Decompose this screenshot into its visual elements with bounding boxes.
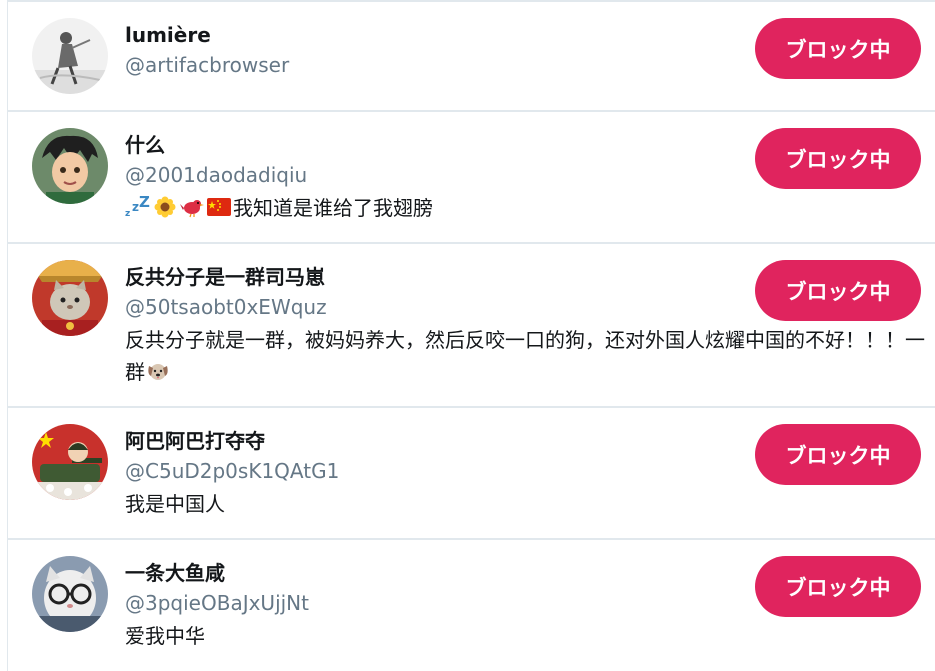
dog-face-icon (145, 360, 171, 382)
user-row[interactable]: 一条大鱼咸 @3pqieOBaJxUjjNt 爱我中华 ブロック中 (8, 538, 935, 669)
user-row[interactable]: lumière @artifacbrowser ブロック中 (8, 0, 935, 110)
svg-text:Z: Z (139, 196, 150, 211)
blocked-users-list: lumière @artifacbrowser ブロック中 什么 @2001da… (8, 0, 935, 669)
user-row[interactable]: 阿巴阿巴打夺夺 @C5uD2p0sK1QAtG1 我是中国人 ブロック中 (8, 406, 935, 538)
bio-text: 反共分子就是一群，被妈妈养大，然后反咬一口的狗，还对外国人炫耀中国的不好！！！一… (125, 328, 925, 384)
svg-text:z: z (125, 209, 130, 218)
cat-in-red-avatar-icon (32, 260, 108, 336)
zzz-icon: zzZ (125, 196, 151, 218)
avatar[interactable] (32, 18, 108, 94)
sketch-figure-avatar-icon (32, 18, 108, 94)
blocked-button[interactable]: ブロック中 (755, 556, 921, 617)
avatar[interactable] (32, 260, 108, 336)
user-row[interactable]: 什么 @2001daodadiqiu zzZ 我知道是谁给了我翅膀 ブロック中 (8, 110, 935, 242)
svg-text:z: z (132, 200, 139, 214)
tank-soldier-avatar-icon (32, 424, 108, 500)
china-flag-icon (206, 196, 232, 218)
user-row[interactable]: 反共分子是一群司马崽 @50tsaobt0xEWquz 反共分子就是一群，被妈妈… (8, 242, 935, 406)
sunflower-icon (152, 196, 178, 218)
cat-with-glasses-avatar-icon (32, 556, 108, 632)
blocked-button[interactable]: ブロック中 (755, 424, 921, 485)
blocked-button[interactable]: ブロック中 (755, 128, 921, 189)
anime-boy-avatar-icon (32, 128, 108, 204)
user-bio: zzZ 我知道是谁给了我翅膀 (125, 192, 925, 224)
bio-text: 我知道是谁给了我翅膀 (233, 196, 433, 220)
bio-text: 爱我中华 (125, 624, 205, 648)
user-bio: 反共分子就是一群，被妈妈养大，然后反咬一口的狗，还对外国人炫耀中国的不好！！！一… (125, 324, 925, 388)
avatar[interactable] (32, 556, 108, 632)
user-bio: 我是中国人 (125, 488, 925, 520)
bio-text: 我是中国人 (125, 492, 225, 516)
user-bio: 爱我中华 (125, 620, 925, 652)
avatar[interactable] (32, 128, 108, 204)
blocked-button[interactable]: ブロック中 (755, 260, 921, 321)
avatar[interactable] (32, 424, 108, 500)
bird-icon (179, 196, 205, 218)
blocked-button[interactable]: ブロック中 (755, 18, 921, 79)
